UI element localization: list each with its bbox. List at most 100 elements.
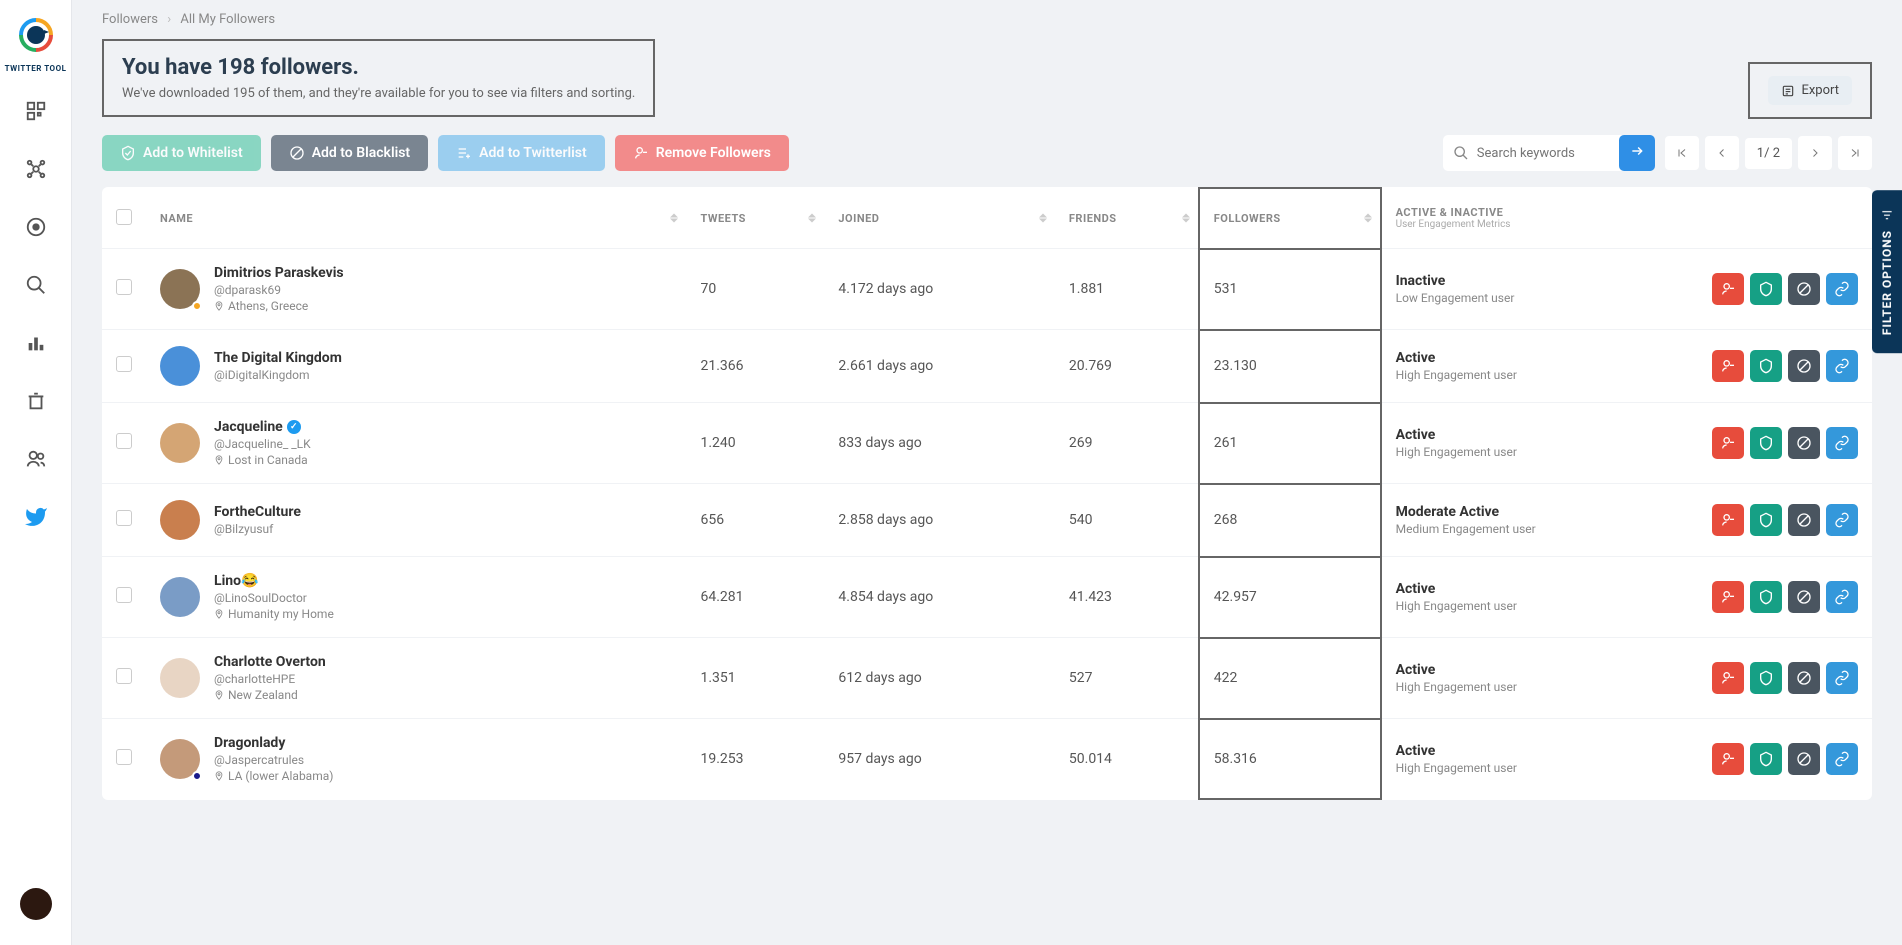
user-location: Lost in Canada	[214, 453, 311, 467]
filter-options-tab[interactable]: FILTER OPTIONS	[1872, 190, 1902, 353]
user-avatar[interactable]	[160, 658, 200, 698]
person-remove-icon	[633, 145, 649, 161]
row-blacklist-button[interactable]	[1788, 350, 1820, 382]
row-whitelist-button[interactable]	[1750, 662, 1782, 694]
row-whitelist-button[interactable]	[1750, 427, 1782, 459]
cell-tweets: 19.253	[686, 719, 824, 800]
row-link-button[interactable]	[1826, 427, 1858, 459]
row-remove-button[interactable]	[1712, 350, 1744, 382]
user-handle: @dparask69	[214, 283, 344, 297]
row-link-button[interactable]	[1826, 273, 1858, 305]
row-whitelist-button[interactable]	[1750, 743, 1782, 775]
chevrons-left-icon	[1676, 147, 1688, 159]
user-avatar-button[interactable]	[20, 888, 52, 920]
row-blacklist-button[interactable]	[1788, 581, 1820, 613]
add-twitterlist-button[interactable]: Add to Twitterlist	[438, 135, 605, 171]
row-remove-button[interactable]	[1712, 427, 1744, 459]
search-submit-button[interactable]	[1619, 135, 1655, 171]
row-whitelist-button[interactable]	[1750, 504, 1782, 536]
cell-friends: 1.881	[1055, 249, 1199, 330]
nav-people[interactable]	[18, 441, 54, 477]
user-name[interactable]: Dragonlady	[214, 735, 333, 751]
user-name[interactable]: Dimitrios Paraskevis	[214, 265, 344, 281]
col-followers[interactable]: FOLLOWERS	[1199, 188, 1381, 249]
row-link-button[interactable]	[1826, 662, 1858, 694]
breadcrumb-root[interactable]: Followers	[102, 12, 158, 27]
row-blacklist-button[interactable]	[1788, 273, 1820, 305]
row-whitelist-button[interactable]	[1750, 350, 1782, 382]
nav-search[interactable]	[18, 267, 54, 303]
search-input[interactable]	[1469, 136, 1619, 171]
user-name[interactable]: Jacqueline✓	[214, 419, 311, 435]
row-checkbox[interactable]	[116, 510, 132, 526]
location-pin-icon	[214, 771, 224, 781]
row-checkbox[interactable]	[116, 668, 132, 684]
row-link-button[interactable]	[1826, 743, 1858, 775]
user-name[interactable]: Lino😂	[214, 573, 334, 589]
search-icon	[1453, 145, 1469, 161]
row-blacklist-button[interactable]	[1788, 504, 1820, 536]
nav-analytics[interactable]	[18, 325, 54, 361]
row-remove-button[interactable]	[1712, 743, 1744, 775]
export-button[interactable]: Export	[1768, 76, 1852, 105]
nav-network[interactable]	[18, 151, 54, 187]
col-friends[interactable]: FRIENDS	[1055, 188, 1199, 249]
row-remove-button[interactable]	[1712, 662, 1744, 694]
export-box: Export	[1748, 62, 1872, 119]
user-location: Humanity my Home	[214, 607, 334, 621]
cell-status: Active	[1396, 743, 1684, 759]
row-blacklist-button[interactable]	[1788, 662, 1820, 694]
row-checkbox[interactable]	[116, 749, 132, 765]
user-avatar[interactable]	[160, 346, 200, 386]
row-link-button[interactable]	[1826, 504, 1858, 536]
pager-prev-button[interactable]	[1705, 136, 1739, 170]
row-remove-button[interactable]	[1712, 581, 1744, 613]
row-remove-button[interactable]	[1712, 273, 1744, 305]
row-link-button[interactable]	[1826, 581, 1858, 613]
user-name[interactable]: FortheCulture	[214, 504, 301, 520]
nav-target[interactable]	[18, 209, 54, 245]
cell-followers: 261	[1199, 403, 1381, 484]
remove-followers-button[interactable]: Remove Followers	[615, 135, 789, 171]
add-blacklist-button[interactable]: Add to Blacklist	[271, 135, 428, 171]
user-avatar[interactable]	[160, 269, 200, 309]
row-blacklist-button[interactable]	[1788, 427, 1820, 459]
col-tweets[interactable]: TWEETS	[686, 188, 824, 249]
select-all-checkbox[interactable]	[116, 209, 132, 225]
person-remove-icon	[1720, 358, 1736, 374]
ban-icon	[1796, 281, 1812, 297]
user-avatar[interactable]	[160, 423, 200, 463]
cell-tweets: 70	[686, 249, 824, 330]
cell-friends: 50.014	[1055, 719, 1199, 800]
user-avatar[interactable]	[160, 500, 200, 540]
user-name[interactable]: Charlotte Overton	[214, 654, 326, 670]
row-checkbox[interactable]	[116, 279, 132, 295]
row-blacklist-button[interactable]	[1788, 743, 1820, 775]
row-checkbox[interactable]	[116, 587, 132, 603]
pager-display: 1/ 2	[1745, 138, 1792, 169]
cell-followers: 23.130	[1199, 330, 1381, 403]
nav-trash[interactable]	[18, 383, 54, 419]
user-name[interactable]: The Digital Kingdom	[214, 350, 342, 366]
row-whitelist-button[interactable]	[1750, 273, 1782, 305]
col-joined[interactable]: JOINED	[824, 188, 1054, 249]
user-location: New Zealand	[214, 688, 326, 702]
pager-first-button[interactable]	[1665, 136, 1699, 170]
cell-followers: 42.957	[1199, 557, 1381, 638]
user-handle: @iDigitalKingdom	[214, 368, 342, 382]
row-checkbox[interactable]	[116, 433, 132, 449]
nav-dashboard[interactable]	[18, 93, 54, 129]
nav-twitter[interactable]	[18, 499, 54, 535]
pager-next-button[interactable]	[1798, 136, 1832, 170]
user-avatar[interactable]	[160, 577, 200, 617]
row-remove-button[interactable]	[1712, 504, 1744, 536]
status-dot-icon	[192, 301, 202, 311]
row-checkbox[interactable]	[116, 356, 132, 372]
col-name[interactable]: NAME	[146, 188, 686, 249]
row-whitelist-button[interactable]	[1750, 581, 1782, 613]
search-icon	[25, 274, 47, 296]
user-avatar[interactable]	[160, 739, 200, 779]
pager-last-button[interactable]	[1838, 136, 1872, 170]
add-whitelist-button[interactable]: Add to Whitelist	[102, 135, 261, 171]
row-link-button[interactable]	[1826, 350, 1858, 382]
